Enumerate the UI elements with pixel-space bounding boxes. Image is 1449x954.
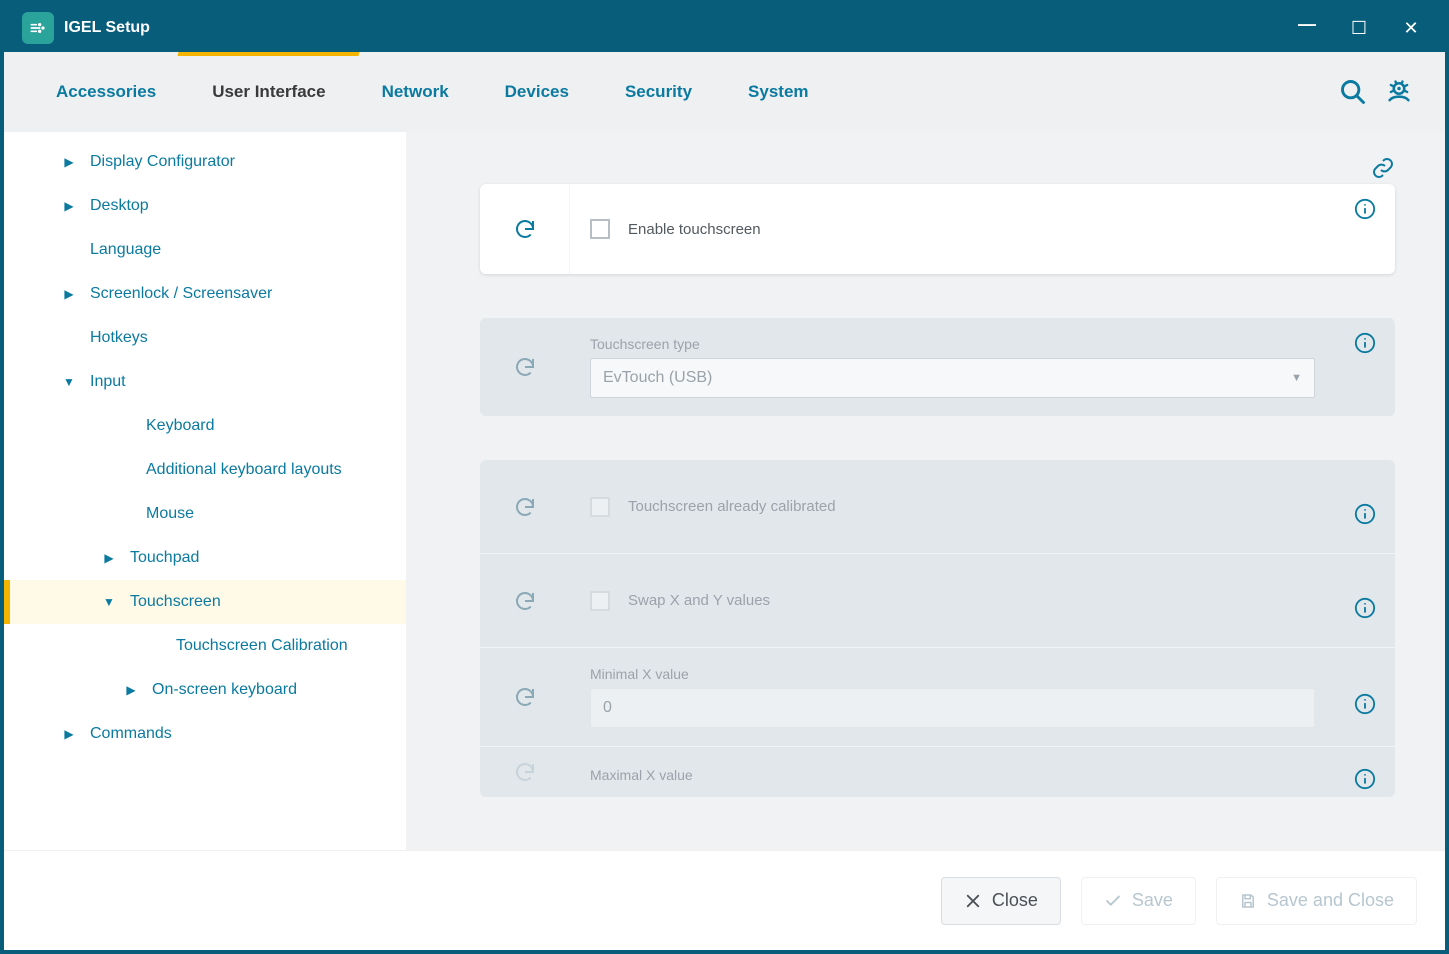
- sync-icon: [513, 685, 537, 709]
- permalink-icon[interactable]: [1371, 156, 1395, 180]
- info-icon[interactable]: [1354, 597, 1376, 619]
- card-enable-touchscreen: Enable touchscreen: [480, 184, 1395, 274]
- label-already-calibrated: Touchscreen already calibrated: [628, 498, 836, 515]
- sidebar-item-hotkeys[interactable]: ▶Hotkeys: [4, 316, 406, 360]
- sidebar-item-touchscreen[interactable]: ▼Touchscreen: [4, 580, 406, 624]
- x-icon: [964, 892, 982, 910]
- settings-view-icon[interactable]: [1385, 78, 1413, 106]
- save-and-close-button: Save and Close: [1216, 877, 1417, 925]
- sync-icon: [513, 355, 537, 379]
- info-icon[interactable]: [1354, 503, 1376, 525]
- disk-icon: [1239, 892, 1257, 910]
- info-icon[interactable]: [1354, 693, 1376, 715]
- maximize-button[interactable]: ☐: [1347, 18, 1371, 39]
- input-min-x: 0: [590, 688, 1315, 728]
- card-calibration-group: Touchscreen already calibrated Swap X an…: [480, 460, 1395, 797]
- tab-network[interactable]: Network: [354, 52, 477, 132]
- sidebar-item-input[interactable]: ▼Input: [4, 360, 406, 404]
- check-icon: [1104, 892, 1122, 910]
- close-window-button[interactable]: ✕: [1399, 18, 1423, 39]
- label-enable-touchscreen: Enable touchscreen: [628, 221, 761, 238]
- sidebar-item-desktop[interactable]: ▶Desktop: [4, 184, 406, 228]
- label-touchscreen-type: Touchscreen type: [590, 336, 1315, 352]
- content-panel: Enable touchscreen Touchscreen type EvTo…: [406, 132, 1445, 850]
- tab-user-interface[interactable]: User Interface: [184, 52, 353, 132]
- label-swap-xy: Swap X and Y values: [628, 592, 770, 609]
- info-icon[interactable]: [1354, 768, 1376, 790]
- app-icon: [22, 12, 54, 44]
- checkbox-swap-xy: [590, 591, 610, 611]
- tab-devices[interactable]: Devices: [477, 52, 597, 132]
- sync-icon[interactable]: [513, 217, 537, 241]
- sidebar-item-touchpad[interactable]: ▶Touchpad: [4, 536, 406, 580]
- sync-icon: [513, 760, 537, 784]
- sidebar-item-addl-keyboard-layouts[interactable]: ▶Additional keyboard layouts: [4, 448, 406, 492]
- close-button[interactable]: Close: [941, 877, 1061, 925]
- card-touchscreen-type: Touchscreen type EvTouch (USB) ▼: [480, 318, 1395, 416]
- sync-icon: [513, 495, 537, 519]
- sidebar-item-display-configurator[interactable]: ▶Display Configurator: [4, 140, 406, 184]
- sidebar-item-mouse[interactable]: ▶Mouse: [4, 492, 406, 536]
- sidebar-item-commands[interactable]: ▶Commands: [4, 712, 406, 756]
- sidebar-item-language[interactable]: ▶Language: [4, 228, 406, 272]
- tab-system[interactable]: System: [720, 52, 836, 132]
- window-title: IGEL Setup: [64, 19, 150, 37]
- label-max-x: Maximal X value: [590, 767, 1315, 783]
- checkbox-already-calibrated: [590, 497, 610, 517]
- select-touchscreen-type: EvTouch (USB) ▼: [590, 358, 1315, 398]
- sidebar: ▶Display Configurator ▶Desktop ▶Language…: [4, 132, 406, 850]
- sync-icon: [513, 589, 537, 613]
- sidebar-item-screenlock[interactable]: ▶Screenlock / Screensaver: [4, 272, 406, 316]
- label-min-x: Minimal X value: [590, 666, 1315, 682]
- info-icon[interactable]: [1354, 198, 1376, 220]
- search-icon[interactable]: [1339, 78, 1367, 106]
- checkbox-enable-touchscreen[interactable]: [590, 219, 610, 239]
- sidebar-item-touchscreen-calibration[interactable]: ▶Touchscreen Calibration: [4, 624, 406, 668]
- tab-accessories[interactable]: Accessories: [28, 52, 184, 132]
- sidebar-item-keyboard[interactable]: ▶Keyboard: [4, 404, 406, 448]
- tab-security[interactable]: Security: [597, 52, 720, 132]
- save-button: Save: [1081, 877, 1196, 925]
- chevron-down-icon: ▼: [1291, 372, 1302, 384]
- sidebar-item-onscreen-keyboard[interactable]: ▶On-screen keyboard: [4, 668, 406, 712]
- minimize-button[interactable]: —: [1295, 14, 1319, 35]
- info-icon[interactable]: [1354, 332, 1376, 354]
